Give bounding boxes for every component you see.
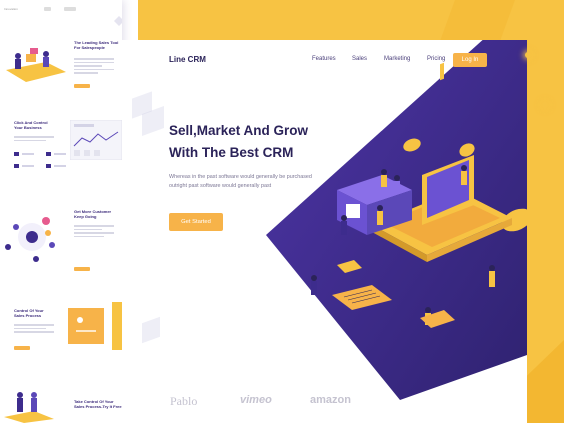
partner-logo-pablo: Pablo — [170, 394, 198, 408]
partner-logo-amazon: amazon — [310, 394, 351, 406]
preview-section-5-title: Take Control Of Your Sales Process-Try I… — [74, 399, 122, 409]
nav-link-features[interactable]: Features — [312, 56, 336, 62]
preview-button — [74, 84, 90, 88]
user-icon — [44, 7, 51, 11]
nav-link-sales[interactable]: Sales — [352, 56, 367, 62]
nav-link-marketing[interactable]: Marketing — [384, 56, 410, 62]
preview-text-lines — [14, 136, 54, 143]
hero-description: Whereas in the past software would gener… — [169, 174, 312, 189]
preview-section-1-title: The Leading Sales Tool For Salespeople — [74, 40, 119, 50]
get-started-button[interactable]: Get Started — [169, 213, 223, 231]
glow-dot — [525, 52, 531, 58]
feature-icons — [14, 152, 66, 168]
preview-section-2-title: Click And Control Your Business — [14, 120, 48, 130]
diamond-icon — [114, 16, 122, 26]
handshake-illustration — [4, 392, 54, 423]
preview-button — [74, 267, 90, 271]
video-thumbnail — [68, 302, 122, 350]
page-preview-panel: Innovation The Leading Sales Tool For Sa… — [0, 0, 122, 423]
preview-text-lines — [74, 58, 114, 76]
dashboard-thumbnail — [70, 120, 122, 160]
preview-button — [14, 346, 30, 350]
team-illustration — [6, 48, 66, 82]
hero-title: Sell,Market And Grow With The Best CRM — [169, 123, 309, 160]
brand-logo[interactable]: Line CRM — [169, 55, 206, 64]
hero-illustration — [266, 40, 527, 400]
preview-text-lines — [14, 324, 54, 335]
preview-logo: Innovation — [4, 7, 18, 11]
nav-icon — [64, 7, 76, 11]
preview-header: Innovation — [0, 4, 122, 14]
preview-text-lines — [74, 225, 114, 239]
preview-section-4-title: Control Of Your Sales Process — [14, 308, 44, 318]
landing-page-card: Line CRM Features Sales Marketing Pricin… — [122, 40, 527, 423]
login-button[interactable]: Log In — [453, 53, 487, 67]
nav-link-pricing[interactable]: Pricing — [427, 56, 445, 62]
preview-section-3-title: Get More Customer Keep Going — [74, 209, 112, 219]
partner-logo-vimeo: vimeo — [240, 394, 272, 406]
glow-dot — [542, 102, 548, 108]
network-illustration — [5, 217, 55, 262]
